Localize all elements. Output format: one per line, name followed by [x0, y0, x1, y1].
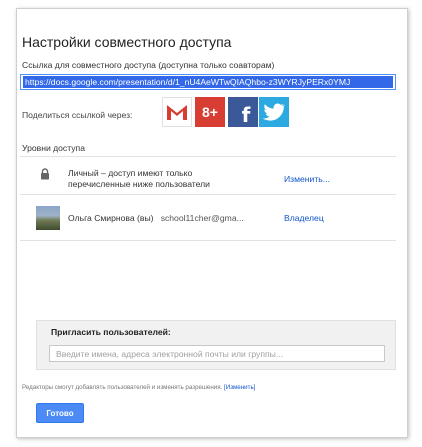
twitter-share-button[interactable] — [259, 97, 289, 127]
invite-panel: Пригласить пользователей: — [36, 320, 396, 370]
done-button[interactable]: Готово — [36, 403, 84, 423]
access-levels-label: Уровни доступа — [22, 143, 85, 153]
change-permissions-link[interactable]: [Изменить] — [224, 384, 255, 391]
share-link-label: Ссылка для совместного доступа (доступна… — [22, 60, 275, 70]
permissions-note: Редакторы смогут добавлять пользователей… — [22, 384, 255, 391]
google-plus-icon: 8+ — [202, 104, 218, 120]
share-via-label: Поделиться ссылкой через: — [22, 110, 133, 120]
divider — [20, 156, 396, 157]
twitter-icon — [263, 103, 285, 121]
gmail-share-button[interactable] — [162, 97, 192, 127]
change-access-link[interactable]: Изменить... — [284, 174, 330, 184]
invite-input[interactable] — [49, 345, 385, 362]
google-plus-share-button[interactable]: 8+ — [195, 97, 225, 127]
lock-icon — [41, 168, 49, 180]
invite-label: Пригласить пользователей: — [51, 327, 171, 337]
owner-email: school11cher@gma... — [160, 213, 244, 223]
owner-role: Владелец — [284, 213, 324, 223]
avatar — [36, 206, 60, 230]
access-level-line1: Личный – доступ имеют только — [68, 168, 193, 178]
gmail-icon — [167, 105, 187, 120]
dialog-title: Настройки совместного доступа — [22, 34, 232, 50]
share-link-url[interactable]: https://docs.google.com/presentation/d/1… — [23, 76, 393, 88]
owner-info: Ольга Смирнова (вы) school11cher@gma... — [68, 213, 244, 224]
divider — [20, 240, 396, 241]
facebook-icon: f — [241, 103, 251, 127]
access-level-line2: перечисленные ниже пользователи — [68, 179, 210, 189]
share-link-field[interactable]: https://docs.google.com/presentation/d/1… — [20, 74, 396, 90]
divider — [20, 194, 396, 195]
owner-name: Ольга Смирнова (вы) — [68, 213, 154, 223]
facebook-share-button[interactable]: f — [228, 97, 258, 127]
access-level-description: Личный – доступ имеют только перечисленн… — [68, 168, 210, 190]
permissions-note-text: Редакторы смогут добавлять пользователей… — [22, 384, 223, 391]
